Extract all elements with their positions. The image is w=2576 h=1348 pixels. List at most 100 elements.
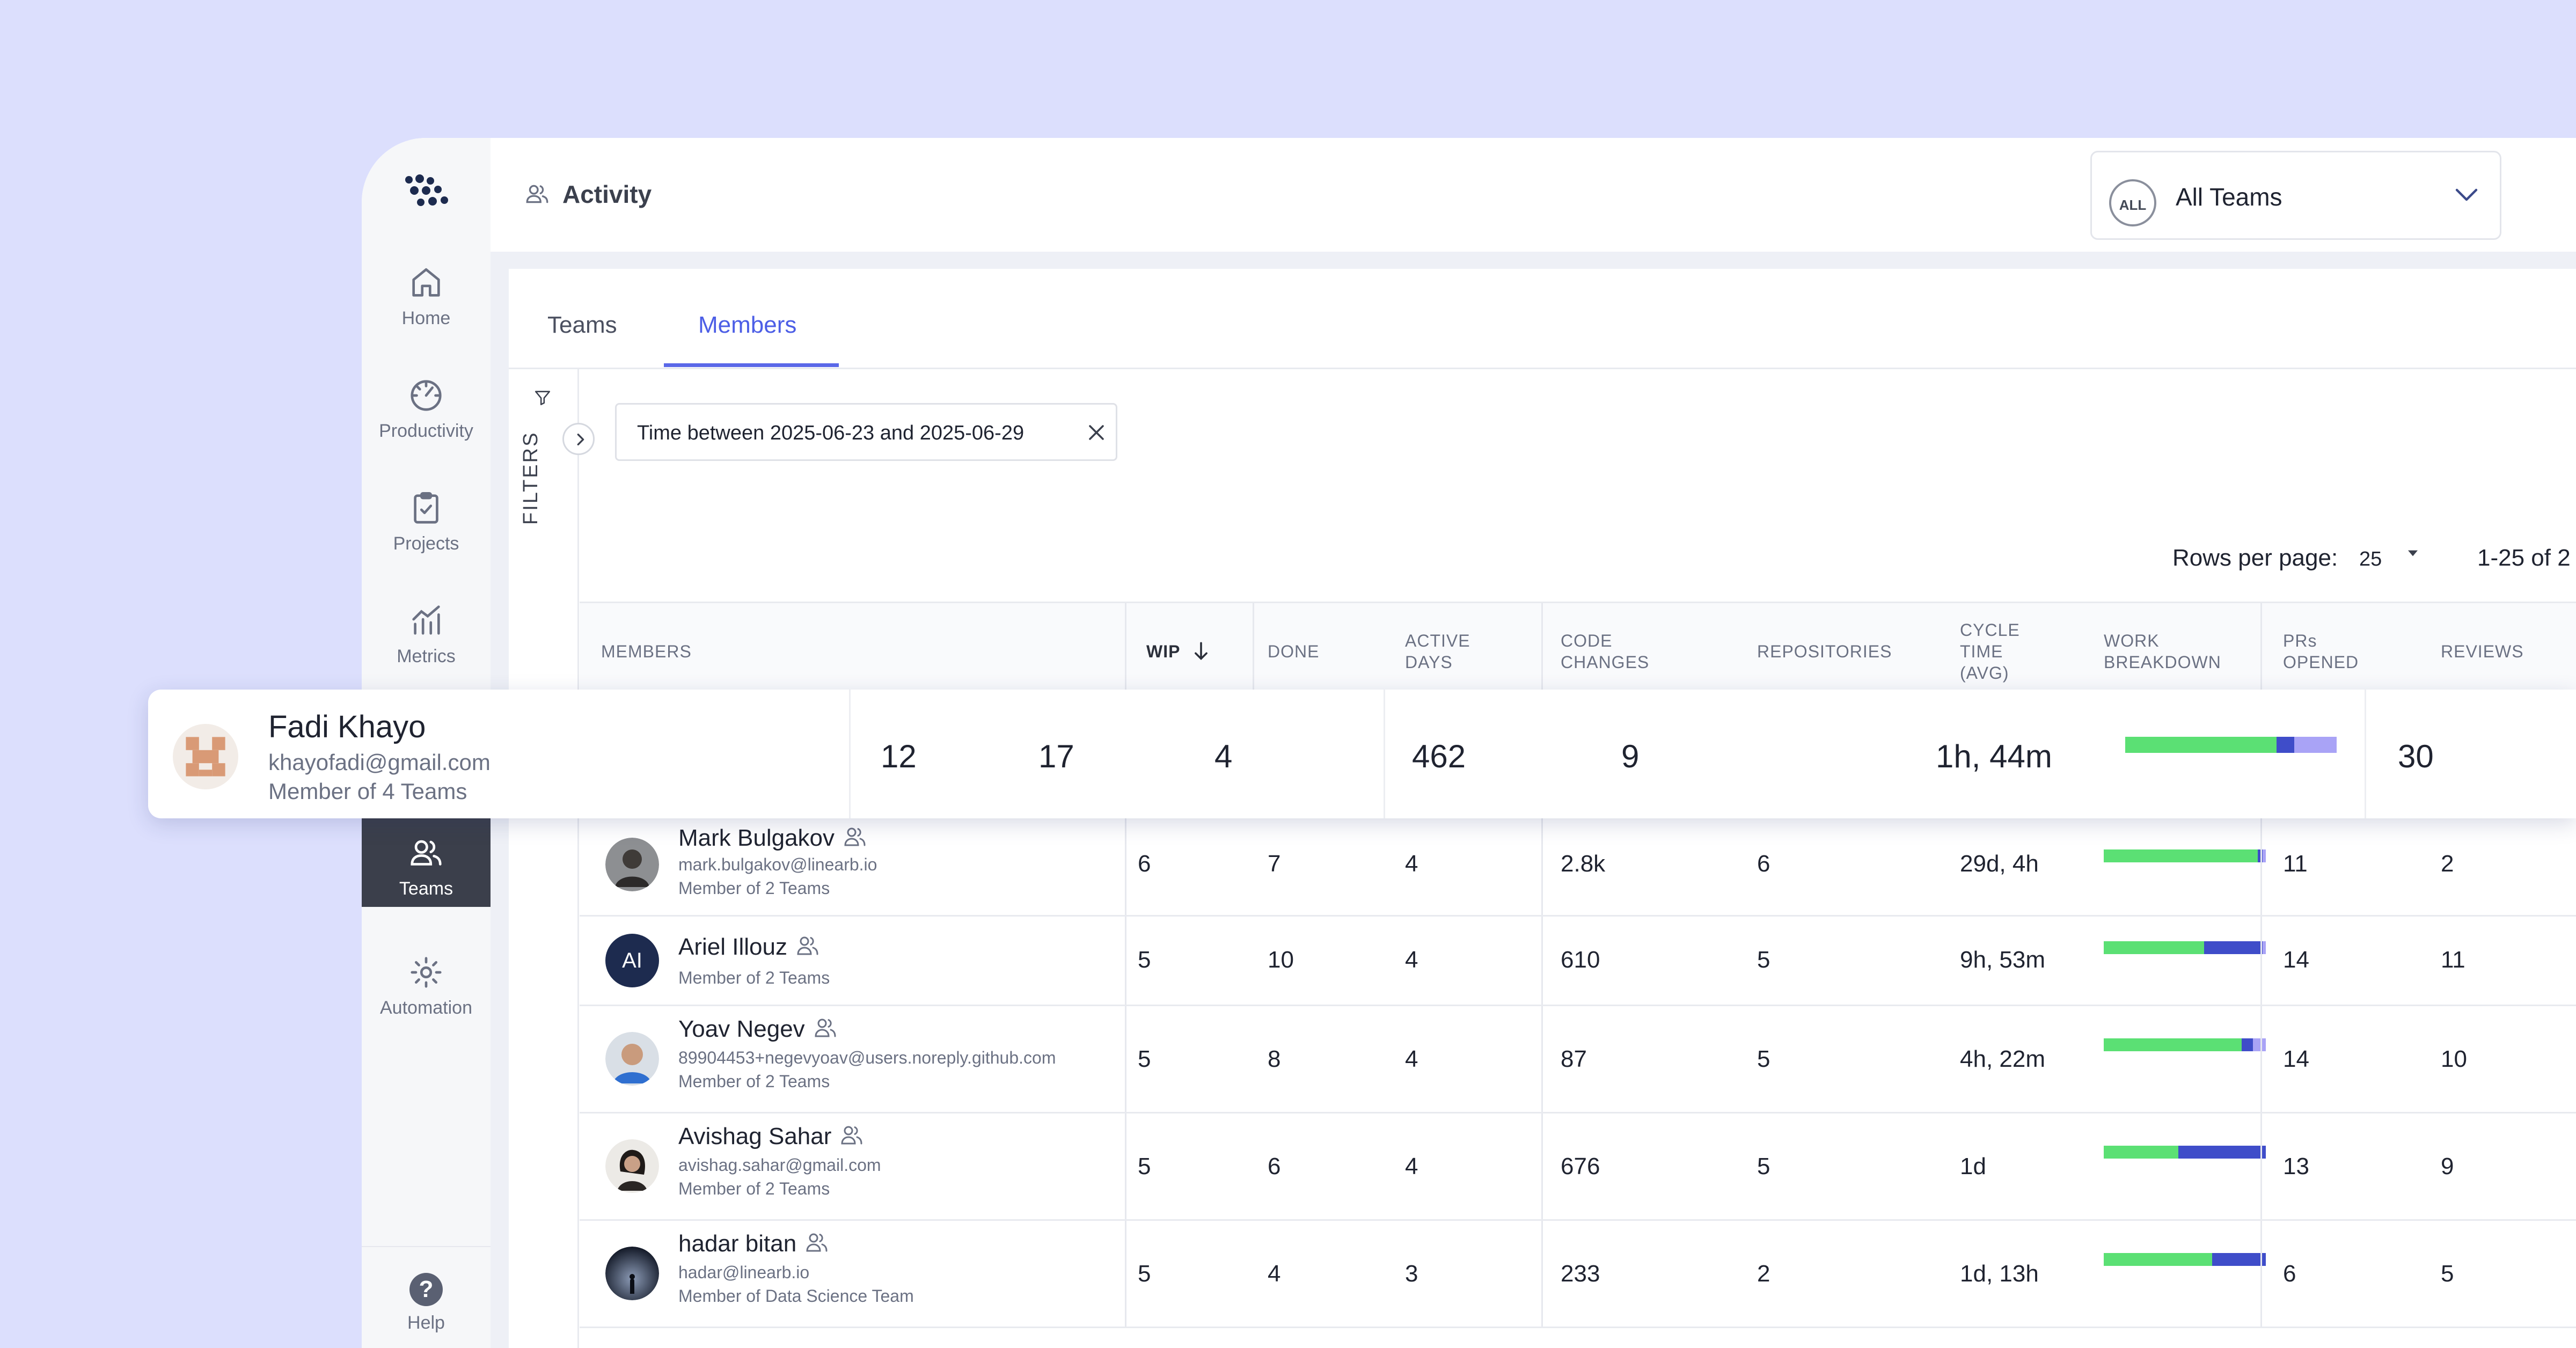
col-repositories[interactable]: REPOSITORIES <box>1757 641 1892 662</box>
avatar <box>605 1032 659 1086</box>
column-divider <box>1125 603 1126 700</box>
col-work-breakdown[interactable]: WORK BREAKDOWN <box>2104 630 2221 673</box>
member-teams-count: Member of 4 Teams <box>268 779 467 804</box>
pagination-range: 1-25 of 2 <box>2477 545 2571 571</box>
work-breakdown-bar[interactable] <box>2104 1038 2266 1051</box>
avatar: AI <box>605 934 659 987</box>
bar-segment-new-work <box>2104 849 2258 862</box>
reviews-value: 11 <box>2441 947 2465 973</box>
bar-segment-rework <box>2294 737 2337 753</box>
column-divider <box>1125 1006 1126 1112</box>
team-members-icon[interactable] <box>804 1232 830 1253</box>
close-icon[interactable] <box>1086 422 1107 443</box>
help-icon: ? <box>409 1273 443 1306</box>
work-breakdown-bar[interactable] <box>2104 941 2266 954</box>
column-divider <box>2260 1221 2262 1327</box>
cycle-time-value: 1d <box>1960 1153 1986 1180</box>
linearb-logo[interactable] <box>402 173 451 211</box>
nav-productivity-label: Productivity <box>379 421 473 441</box>
team-members-icon[interactable] <box>839 1124 865 1146</box>
expand-filters-button[interactable] <box>562 423 595 455</box>
automation-gear-icon <box>411 957 442 988</box>
bar-segment-refactor <box>2276 737 2295 753</box>
rows-per-page-select[interactable]: 25 <box>2359 548 2418 571</box>
member-email: khayofadi@gmail.com <box>268 750 491 775</box>
bar-segment-refactor <box>2178 1146 2266 1159</box>
table-row[interactable]: Yoav Negev 89904453+negevyoav@users.nore… <box>580 1006 2576 1113</box>
cycle-time-value: 1h, 44m <box>1936 738 2052 774</box>
col-wip[interactable]: WIP <box>1146 641 1209 662</box>
col-code-changes-line1: CODE <box>1561 631 1613 650</box>
page-title-text: Activity <box>562 180 652 208</box>
avatar <box>605 1247 659 1300</box>
col-prs-opened-line2: OPENED <box>2283 653 2359 672</box>
nav-teams-label: Teams <box>399 878 453 899</box>
col-active-days[interactable]: ACTIVE DAYS <box>1405 630 1470 673</box>
nav-projects[interactable]: Projects <box>362 489 491 586</box>
col-done[interactable]: DONE <box>1268 641 1319 662</box>
caret-down-icon <box>2407 550 2418 556</box>
team-members-icon[interactable] <box>813 1017 838 1038</box>
tab-teams[interactable]: Teams <box>547 312 617 339</box>
nav-home[interactable]: Home <box>362 264 491 361</box>
cycle-time-value: 4h, 22m <box>1960 1046 2045 1072</box>
reviews-value: 10 <box>2441 1046 2467 1072</box>
prs-opened-value: 30 <box>2398 738 2434 774</box>
filters-sidebar[interactable]: FILTERS <box>509 369 579 1348</box>
done-value: 17 <box>1038 738 1074 774</box>
table-row[interactable]: Avishag Sahar avishag.sahar@gmail.com Me… <box>580 1113 2576 1221</box>
nav-teams[interactable]: Teams <box>362 818 491 907</box>
member-name[interactable]: Ariel Illouz <box>678 934 821 961</box>
col-cycle-time[interactable]: CYCLE TIME (AVG) <box>1960 619 2020 684</box>
column-divider <box>2260 603 2262 700</box>
member-name[interactable]: hadar bitan <box>678 1230 830 1257</box>
tab-members[interactable]: Members <box>698 312 796 339</box>
member-name[interactable]: Yoav Negev <box>678 1016 838 1043</box>
top-bar: Activity ALL All Teams <box>491 138 2576 253</box>
table-row[interactable]: AI Ariel Illouz Member of 2 Teams 5 10 4… <box>580 917 2576 1006</box>
filter-chip-time[interactable]: Time between 2025-06-23 and 2025-06-29 <box>615 403 1117 461</box>
work-breakdown-bar[interactable] <box>2104 849 2266 862</box>
active-tab-indicator <box>664 363 839 367</box>
col-reviews[interactable]: REVIEWS <box>2441 641 2524 662</box>
member-teams-count: Member of 2 Teams <box>678 1179 830 1198</box>
team-members-icon[interactable] <box>842 826 868 847</box>
team-selector[interactable]: ALL All Teams <box>2090 151 2501 240</box>
member-name[interactable]: Avishag Sahar <box>678 1123 865 1150</box>
work-breakdown-bar[interactable] <box>2104 1253 2266 1266</box>
nav-help[interactable]: ? Help <box>362 1246 491 1348</box>
member-teams-count: Member of 2 Teams <box>678 878 830 898</box>
col-code-changes[interactable]: CODE CHANGES <box>1561 630 1649 673</box>
member-teams-count: Member of 2 Teams <box>678 1072 830 1091</box>
nav-automation[interactable]: Automation <box>362 954 491 1050</box>
member-name[interactable]: Mark Bulgakov <box>678 825 868 852</box>
table-row[interactable]: Mark Bulgakov mark.bulgakov@linearb.io M… <box>580 815 2576 917</box>
avatar <box>605 1139 659 1193</box>
member-email: mark.bulgakov@linearb.io <box>678 855 877 874</box>
bar-segment-refactor <box>2241 1038 2253 1051</box>
nav-productivity[interactable]: Productivity <box>362 377 491 473</box>
repositories-value: 6 <box>1757 851 1770 877</box>
col-cycle-time-line2: TIME <box>1960 642 2003 661</box>
member-name[interactable]: Fadi Khayo <box>268 709 426 745</box>
bar-segment-rework <box>2252 1038 2266 1051</box>
code-changes-value: 2.8k <box>1561 851 1606 877</box>
table-row[interactable]: hadar bitan hadar@linearb.io Member of D… <box>580 1221 2576 1328</box>
active-days-value: 3 <box>1405 1261 1418 1287</box>
col-prs-opened[interactable]: PRs OPENED <box>2283 630 2359 673</box>
work-breakdown-bar[interactable] <box>2104 1146 2266 1159</box>
team-members-icon[interactable] <box>795 935 821 956</box>
chevron-down-icon <box>2455 188 2478 201</box>
nav-metrics[interactable]: Metrics <box>362 602 491 699</box>
bar-segment-new-work <box>2104 1146 2178 1159</box>
column-divider <box>2260 917 2262 1005</box>
nav-help-label: Help <box>407 1313 445 1333</box>
highlighted-member-row[interactable]: Fadi Khayo khayofadi@gmail.com Member of… <box>148 690 2576 818</box>
column-divider <box>1541 815 1543 915</box>
col-members[interactable]: MEMBERS <box>601 641 692 662</box>
col-prs-opened-line1: PRs <box>2283 631 2317 650</box>
repositories-value: 5 <box>1757 1046 1770 1072</box>
work-breakdown-bar[interactable] <box>2125 737 2337 753</box>
column-divider <box>1253 603 1254 700</box>
col-cycle-time-line1: CYCLE <box>1960 620 2020 640</box>
